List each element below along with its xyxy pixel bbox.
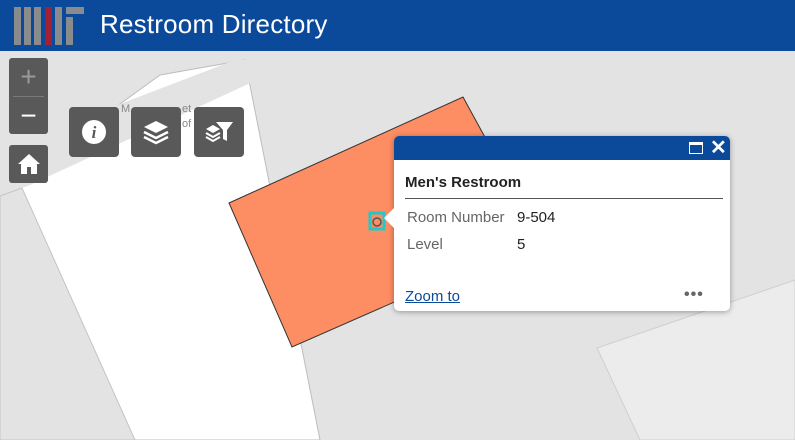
zoom-to-link[interactable]: Zoom to [405, 288, 460, 305]
popup-divider [405, 198, 723, 199]
app-title: Restroom Directory [100, 9, 328, 39]
map-label-fragment: of [182, 118, 192, 130]
layer-filter-icon [205, 122, 233, 143]
field-value-level: 5 [517, 236, 526, 253]
app-header: Restroom Directory [0, 0, 795, 51]
popup-title: Men's Restroom [405, 174, 522, 191]
zoom-controls: + − [9, 58, 48, 134]
field-value-room-number: 9-504 [517, 209, 556, 226]
info-icon: i [82, 120, 106, 144]
map-label-fragment: et [182, 103, 192, 115]
more-actions-icon[interactable]: ••• [684, 286, 704, 304]
feature-popup: ✕ Men's Restroom Room Number 9-504 Level… [384, 136, 730, 311]
popup-titlebar: ✕ [394, 136, 730, 160]
close-icon[interactable]: ✕ [710, 137, 727, 159]
zoom-in-button[interactable]: + [9, 58, 48, 96]
map-label-fragment: M [121, 103, 131, 115]
mit-logo [14, 7, 84, 45]
layer-filter-button[interactable] [194, 107, 244, 157]
maximize-icon[interactable] [689, 142, 703, 154]
popup-pointer [384, 208, 394, 228]
zoom-out-button[interactable]: − [9, 97, 48, 135]
svg-text:i: i [92, 123, 97, 142]
field-label-level: Level [407, 236, 443, 253]
home-button[interactable] [9, 145, 48, 183]
layers-icon [143, 121, 169, 145]
layer-list-button[interactable] [131, 107, 181, 157]
home-icon [17, 154, 40, 174]
info-button[interactable]: i [69, 107, 119, 157]
field-label-room-number: Room Number [407, 209, 505, 226]
